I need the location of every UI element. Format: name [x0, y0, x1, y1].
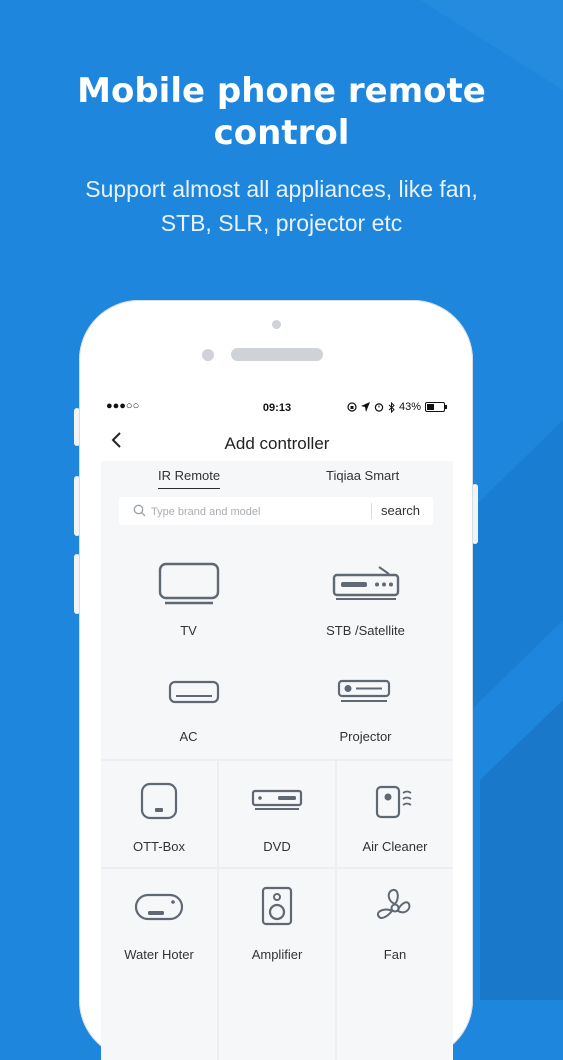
device-card-ott-box[interactable]: OTT-Box — [101, 761, 217, 867]
projector-icon — [337, 679, 391, 702]
device-label-tv: TV — [180, 623, 197, 638]
phone-frame: ●●●○○ 09:13 43% Add controller IR Remote… — [79, 300, 473, 1060]
alarm-icon — [374, 403, 384, 412]
promo-subtitle-line-1: Support almost all appliances, like fan, — [85, 176, 478, 202]
tv-icon — [158, 562, 220, 605]
air-conditioner-icon — [168, 680, 220, 704]
promo-title-line-1: Mobile phone remote — [77, 71, 486, 111]
device-card-tv[interactable]: TV — [101, 539, 276, 649]
device-card-ac[interactable]: AC — [101, 651, 276, 759]
phone-sensor — [202, 349, 214, 361]
fan-icon — [376, 888, 411, 919]
device-card-projector[interactable]: Projector — [278, 651, 453, 759]
grid-divider — [101, 867, 453, 869]
promo-subtitle-line-2: STB, SLR, projector etc — [160, 210, 403, 236]
tab-bar: IR Remote Tiqiaa Smart — [101, 461, 453, 490]
search-input[interactable] — [149, 502, 373, 522]
phone-screen: ●●●○○ 09:13 43% Add controller IR Remote… — [101, 395, 453, 1060]
battery-percent: 43% — [398, 401, 421, 413]
page-title: Add controller — [224, 434, 330, 453]
device-label-water-heater: Water Hoter — [124, 947, 194, 962]
nav-bar: Add controller — [101, 425, 453, 461]
device-grid: TV STB /Satellite AC Projector OTT-Box D… — [101, 539, 453, 1060]
device-label-ac: AC — [179, 729, 198, 744]
device-label-amplifier: Amplifier — [251, 947, 303, 962]
search-button[interactable]: search — [381, 503, 420, 518]
device-label-projector: Projector — [339, 729, 392, 744]
promo-subtitle: Support almost all appliances, like fan,… — [0, 172, 563, 240]
device-label-stb: STB /Satellite — [326, 623, 405, 638]
rotation-lock-icon — [347, 402, 357, 412]
status-bar: ●●●○○ 09:13 43% — [101, 395, 453, 421]
promo-title: Mobile phone remote control — [0, 70, 563, 154]
air-cleaner-icon — [375, 785, 412, 819]
device-card-air-cleaner[interactable]: Air Cleaner — [337, 761, 453, 867]
set-top-box-icon — [332, 566, 400, 600]
ott-box-icon — [140, 782, 178, 820]
promo-title-line-2: control — [213, 113, 350, 153]
speaker-icon — [261, 886, 293, 926]
phone-speaker — [231, 348, 323, 361]
device-label-dvd: DVD — [263, 839, 291, 854]
tab-ir-remote[interactable]: IR Remote — [158, 468, 221, 490]
water-heater-icon — [134, 893, 184, 921]
search-divider — [371, 503, 372, 519]
device-label-fan: Fan — [383, 947, 407, 962]
status-right: 43% — [347, 401, 447, 413]
search-section: search — [101, 489, 453, 539]
grid-divider — [335, 761, 337, 1060]
device-card-fan[interactable]: Fan — [337, 869, 453, 975]
location-icon — [360, 402, 370, 412]
device-label-air-cleaner: Air Cleaner — [362, 839, 428, 854]
tab-tiqiaa-smart[interactable]: Tiqiaa Smart — [326, 468, 399, 483]
device-card-water-heater[interactable]: Water Hoter — [101, 869, 217, 975]
device-label-ott-box: OTT-Box — [132, 839, 185, 854]
grid-divider — [101, 759, 453, 761]
phone-camera — [272, 320, 281, 329]
search-box: search — [119, 497, 433, 525]
battery-icon — [425, 402, 447, 412]
grid-divider — [217, 761, 219, 1060]
search-icon — [133, 504, 146, 517]
device-card-stb[interactable]: STB /Satellite — [278, 539, 453, 649]
device-card-amplifier[interactable]: Amplifier — [219, 869, 335, 975]
bluetooth-icon — [388, 401, 395, 413]
device-card-dvd[interactable]: DVD — [219, 761, 335, 867]
dvd-player-icon — [251, 789, 303, 810]
